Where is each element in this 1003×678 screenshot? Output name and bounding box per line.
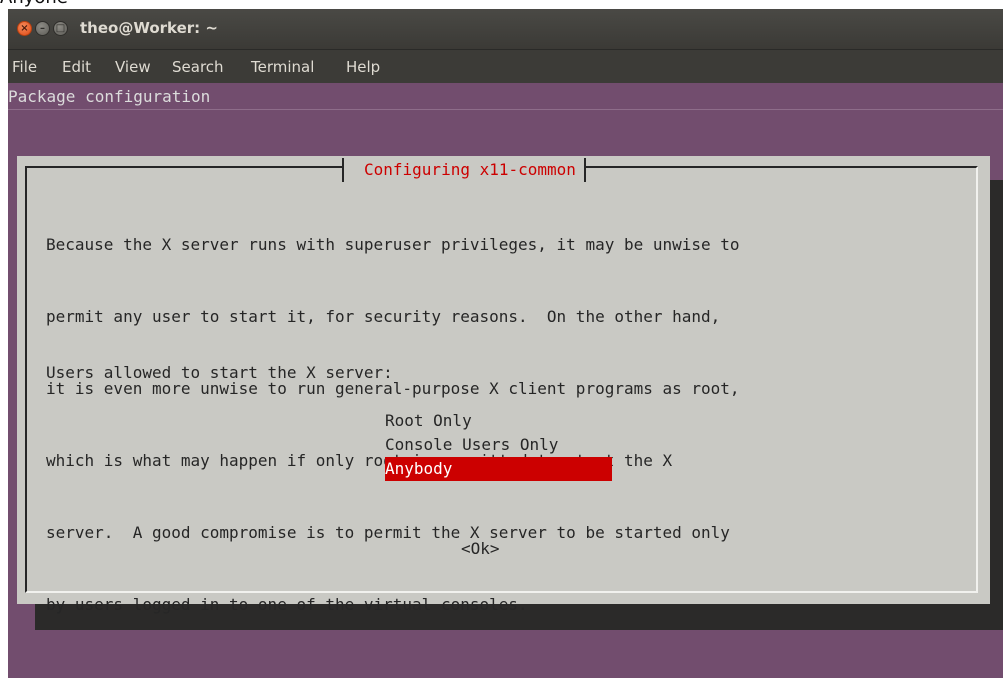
menu-edit[interactable]: Edit [62, 57, 91, 77]
users-allowed-question: Users allowed to start the X server: [46, 363, 393, 382]
body-line: Because the X server runs with superuser… [46, 235, 740, 254]
window-title: theo@Worker: ~ [80, 19, 218, 37]
package-configuration-header: Package configuration [8, 87, 211, 106]
close-icon[interactable]: × [17, 21, 32, 36]
dialog-shadow-right [990, 180, 1003, 630]
body-line: permit any user to start it, for securit… [46, 307, 721, 326]
menu-help[interactable]: Help [346, 57, 380, 77]
body-line: by users logged in to one of the virtual… [46, 595, 528, 614]
body-line: server. A good compromise is to permit t… [46, 523, 730, 542]
header-divider [8, 109, 1003, 110]
option-anybody[interactable]: Anybody [385, 457, 612, 481]
menu-bar: File Edit View Search Terminal Help [8, 49, 1003, 83]
option-console-users-only[interactable]: Console Users Only [385, 433, 558, 457]
terminal-window: × – □ theo@Worker: ~ File Edit View Sear… [8, 9, 1003, 678]
dialog-title: Configuring x11-common [342, 158, 586, 182]
option-root-only[interactable]: Root Only [385, 409, 472, 433]
configuration-dialog: Configuring x11-common Because the X ser… [17, 156, 990, 614]
ok-button[interactable]: <Ok> [461, 537, 500, 561]
terminal-area[interactable]: Package configuration Configuring x11-co… [8, 83, 1003, 678]
minimize-icon[interactable]: – [35, 21, 50, 36]
menu-view[interactable]: View [115, 57, 151, 77]
menu-search[interactable]: Search [172, 57, 224, 77]
window-titlebar[interactable]: × – □ theo@Worker: ~ [8, 9, 1003, 49]
menu-terminal[interactable]: Terminal [251, 57, 314, 77]
menu-file[interactable]: File [12, 57, 37, 77]
maximize-icon[interactable]: □ [53, 21, 68, 36]
dialog-body-text: Because the X server runs with superuser… [46, 185, 966, 665]
caption-fragment: Anyone [0, 0, 68, 8]
